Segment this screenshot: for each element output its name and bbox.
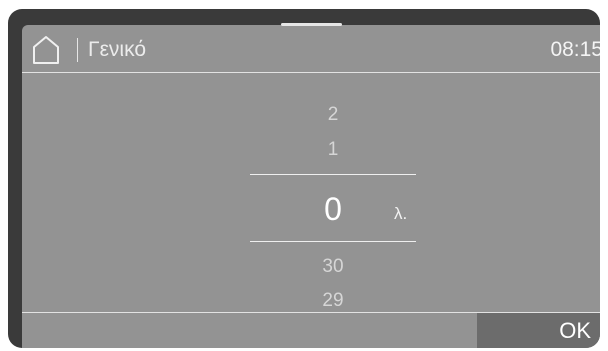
picker-option-above-2[interactable]: 2 [250,104,416,126]
picker-unit-label: λ. [394,204,408,223]
ok-button[interactable]: OK [477,313,600,348]
picker-option-above-1[interactable]: 1 [250,139,416,161]
display-screen: Γενικό 08:15 2 1 0 λ. 30 29 OK [8,9,600,348]
selection-line-bottom [250,241,416,242]
selection-line-top [250,174,416,175]
value-picker[interactable]: 2 1 0 λ. 30 29 [22,72,600,311]
picker-option-below-2[interactable]: 29 [250,290,416,312]
device: Γενικό 08:15 2 1 0 λ. 30 29 OK [0,0,608,351]
home-button[interactable] [28,35,64,65]
clock-time: 08:15 [550,38,600,61]
drag-handle[interactable] [281,23,342,26]
screen-content: Γενικό 08:15 2 1 0 λ. 30 29 OK [22,25,600,348]
home-icon [33,36,59,64]
footer-bar: OK [22,312,600,348]
picker-option-below-1[interactable]: 30 [250,256,416,278]
page-title: Γενικό [88,38,147,61]
header-bar: Γενικό 08:15 [22,25,600,73]
header-divider [77,38,78,62]
picker-selected-value[interactable]: 0 [250,191,416,228]
